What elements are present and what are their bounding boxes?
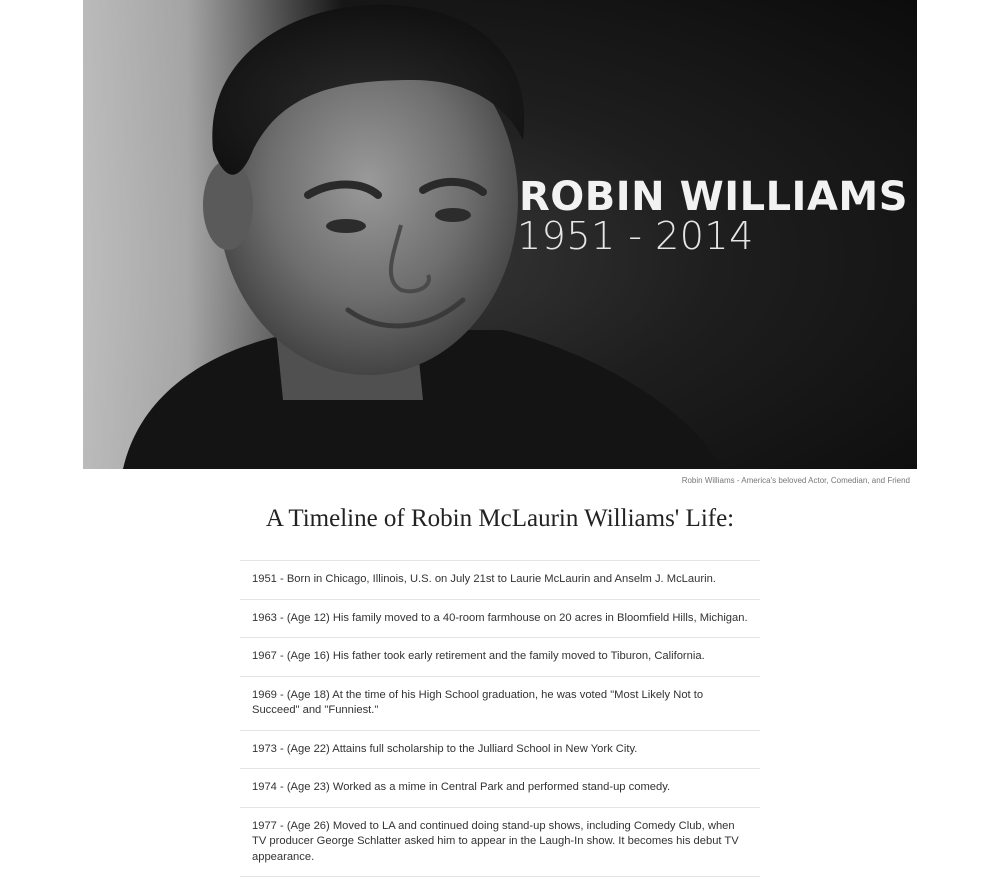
- page-title: A Timeline of Robin McLaurin Williams' L…: [265, 505, 735, 532]
- hero-image: ROBIN WILLIAMS 1951 - 2014: [83, 0, 917, 469]
- timeline-item: 1963 - (Age 12) His family moved to a 40…: [240, 600, 760, 638]
- timeline-list: 1951 - Born in Chicago, Illinois, U.S. o…: [240, 560, 760, 877]
- timeline-item: 1977 - (Age 26) Moved to LA and continue…: [240, 808, 760, 877]
- portrait-photo: [123, 4, 723, 469]
- timeline-item: 1973 - (Age 22) Attains full scholarship…: [240, 731, 760, 769]
- timeline-item: 1951 - Born in Chicago, Illinois, U.S. o…: [240, 561, 760, 600]
- timeline-item: 1967 - (Age 16) His father took early re…: [240, 638, 760, 677]
- timeline-item: 1974 - (Age 23) Worked as a mime in Cent…: [240, 769, 760, 808]
- hero-years: 1951 - 2014: [517, 214, 754, 258]
- timeline-item: 1969 - (Age 18) At the time of his High …: [240, 677, 760, 731]
- image-caption: Robin Williams - America's beloved Actor…: [681, 476, 910, 485]
